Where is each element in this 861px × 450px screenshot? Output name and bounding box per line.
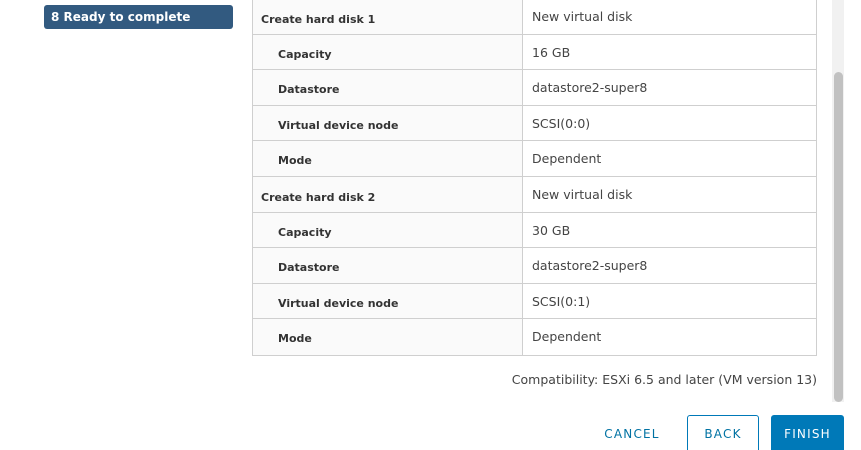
summary-row-label: Datastore	[253, 70, 523, 105]
new-vm-wizard-dialog: 8 Ready to complete Create hard disk 1 N…	[0, 0, 861, 450]
summary-row-label: Create hard disk 1	[253, 0, 523, 34]
summary-row-value: 30 GB	[532, 222, 571, 238]
summary-row-value: datastore2-super8	[532, 258, 648, 274]
summary-row-label: Virtual device node	[253, 283, 523, 319]
finish-button[interactable]: FINISH	[771, 415, 844, 450]
summary-row-label: Create hard disk 2	[253, 176, 523, 212]
summary-row-label: Mode	[253, 141, 523, 176]
summary-row-value: New virtual disk	[532, 186, 633, 202]
summary-row-value: New virtual disk	[532, 9, 633, 24]
wizard-step-label: 8 Ready to complete	[51, 10, 191, 24]
summary-row-label: Capacity	[253, 212, 523, 248]
summary-row-value: SCSI(0:1)	[532, 293, 591, 309]
summary-row: Datastore datastore2-super8	[253, 70, 816, 106]
summary-row: Mode Dependent	[253, 319, 816, 355]
summary-table: Create hard disk 1 New virtual disk Capa…	[252, 0, 817, 356]
wizard-step-ready-to-complete[interactable]: 8 Ready to complete	[44, 5, 233, 29]
scrollbar-thumb[interactable]	[834, 72, 843, 402]
summary-row-label: Virtual device node	[253, 105, 523, 141]
summary-row: Capacity 16 GB	[253, 34, 816, 71]
summary-row-value: 16 GB	[532, 44, 571, 60]
summary-row-label: Capacity	[253, 34, 523, 70]
summary-row: Virtual device node SCSI(0:1)	[253, 283, 816, 320]
summary-row: Datastore datastore2-super8	[253, 248, 816, 284]
summary-row: Create hard disk 2 New virtual disk	[253, 176, 816, 213]
summary-row: Mode Dependent	[253, 141, 816, 177]
summary-row: Create hard disk 1 New virtual disk	[253, 0, 816, 35]
cancel-button[interactable]: CANCEL	[596, 415, 668, 450]
summary-row: Capacity 30 GB	[253, 212, 816, 249]
summary-row-value: SCSI(0:0)	[532, 115, 591, 131]
summary-row-label: Mode	[253, 319, 523, 355]
back-button[interactable]: BACK	[687, 415, 759, 450]
summary-row-label: Datastore	[253, 248, 523, 283]
summary-row: Virtual device node SCSI(0:0)	[253, 105, 816, 142]
compatibility-text: Compatibility: ESXi 6.5 and later (VM ve…	[511, 372, 817, 387]
summary-row-value: datastore2-super8	[532, 80, 648, 96]
summary-row-value: Dependent	[532, 151, 602, 167]
summary-row-value: Dependent	[532, 329, 602, 345]
